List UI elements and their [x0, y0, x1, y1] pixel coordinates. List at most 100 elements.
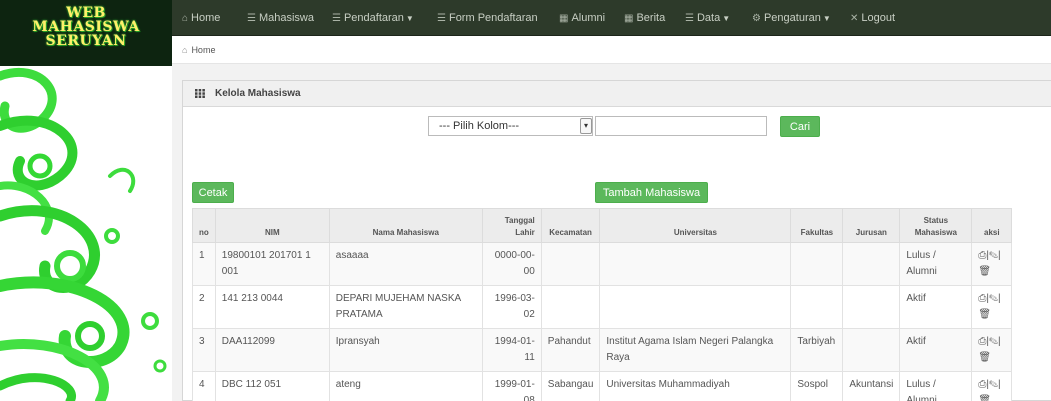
table-row: 2 141 213 0044 DEPARI MUJEHAM NASKA PRAT…: [192, 285, 1013, 329]
header-jurusan[interactable]: Jurusan: [842, 208, 901, 243]
print-button[interactable]: Cetak: [192, 182, 234, 203]
cell-nim: 19800101 201701 1 001: [214, 242, 330, 286]
cell-jurusan: [842, 328, 901, 372]
cell-nama: DEPARI MUJEHAM NASKA PRATAMA: [328, 285, 483, 329]
cell-kecamatan: Pahandut: [540, 328, 601, 372]
header-no[interactable]: no: [192, 208, 216, 243]
nav-form-pendaftaran[interactable]: ☰ Form Pendaftaran: [437, 0, 538, 36]
table-row: 4 DBC 112 051 ateng 1999-01-08 Sabangau …: [192, 371, 1013, 401]
list-icon: ☰: [332, 13, 341, 24]
cell-kecamatan: [540, 285, 601, 329]
cell-aksi: ⎙|✎| 🗑: [971, 328, 1013, 372]
edit-icon[interactable]: ✎: [989, 293, 998, 304]
cell-jurusan: Akuntansi: [842, 371, 901, 401]
top-navbar: ⌂ Home ☰ Mahasiswa ☰ Pendaftaran ▼ ☰ Form Pen…: [172, 0, 1051, 36]
cell-no: 3: [192, 328, 216, 372]
logo-line-3: SERUYAN: [45, 33, 127, 49]
cell-status: Aktif: [899, 328, 973, 372]
cell-nama: ateng: [328, 371, 483, 401]
header-aksi: aksi: [971, 208, 1013, 243]
trash-icon[interactable]: 🗑: [978, 266, 991, 277]
home-icon: ⌂: [182, 45, 188, 55]
nav-pengaturan[interactable]: ⚙ Pengaturan ▼: [752, 0, 831, 36]
nav-data[interactable]: ☰ Data ▼: [685, 0, 730, 36]
header-status[interactable]: Status Mahasiswa: [899, 208, 973, 243]
cell-fakultas: [790, 285, 844, 329]
gear-icon: ⚙: [752, 13, 761, 24]
edit-icon[interactable]: ✎: [989, 250, 998, 261]
cell-status: Lulus / Alumni: [899, 371, 973, 401]
cell-universitas: [599, 285, 792, 329]
decorative-swirls-image: [0, 67, 167, 401]
cell-status: Lulus / Alumni: [899, 242, 973, 286]
cell-jurusan: [842, 242, 901, 286]
header-kecamatan[interactable]: Kecamatan: [540, 208, 601, 243]
list-icon: ☰: [247, 13, 256, 24]
cell-fakultas: [790, 242, 844, 286]
cell-tanggal-lahir: 1994-01-11: [481, 328, 542, 372]
cell-tanggal-lahir: 1996-03-02: [481, 285, 542, 329]
table-row: 1 19800101 201701 1 001 asaaaa 0000-00-0…: [192, 242, 1013, 286]
nav-logout[interactable]: ✕ Logout: [850, 0, 895, 36]
cell-no: 2: [192, 285, 216, 329]
column-select-value: --- Pilih Kolom---: [439, 120, 520, 132]
cell-no: 4: [192, 371, 216, 401]
site-logo[interactable]: WEB MAHASISWA SERUYAN: [0, 0, 172, 66]
cell-jurusan: [842, 285, 901, 329]
main-content: Kelola Mahasiswa --- Pilih Kolom--- ▾ Ca…: [172, 64, 1051, 401]
kelola-mahasiswa-panel: Kelola Mahasiswa --- Pilih Kolom--- ▾ Ca…: [182, 80, 1051, 401]
trash-icon[interactable]: 🗑: [978, 395, 991, 401]
cell-nama: Ipransyah: [328, 328, 483, 372]
table-header-row: no NIM Nama Mahasiswa Tanggal Lahir Kecam…: [192, 208, 1013, 243]
header-universitas[interactable]: Universitas: [599, 208, 792, 243]
cell-no: 1: [192, 242, 216, 286]
caret-down-icon: ▼: [722, 14, 731, 23]
cell-status: Aktif: [899, 285, 973, 329]
header-fakultas[interactable]: Fakultas: [790, 208, 844, 243]
header-tanggal-lahir[interactable]: Tanggal Lahir: [481, 208, 542, 243]
caret-down-icon: ▼: [822, 14, 831, 23]
search-input[interactable]: [595, 116, 767, 136]
logo-line-2: MAHASISWA: [32, 19, 140, 35]
chevron-down-icon[interactable]: ▾: [580, 118, 592, 134]
edit-icon[interactable]: ✎: [989, 379, 998, 390]
nav-berita[interactable]: ▦ Berita: [624, 0, 665, 36]
cell-universitas: Institut Agama Islam Negeri Palangka Ray…: [599, 328, 792, 372]
search-button[interactable]: Cari: [780, 116, 820, 137]
nav-mahasiswa[interactable]: ☰ Mahasiswa: [247, 0, 314, 36]
column-select[interactable]: --- Pilih Kolom--- ▾: [428, 116, 593, 136]
header-nama[interactable]: Nama Mahasiswa: [328, 208, 483, 243]
add-student-button[interactable]: Tambah Mahasiswa: [595, 182, 708, 203]
cell-nama: asaaaa: [328, 242, 483, 286]
header-nim[interactable]: NIM: [214, 208, 330, 243]
breadcrumb-home[interactable]: ⌂ Home: [182, 36, 215, 64]
cell-kecamatan: [540, 242, 601, 286]
trash-icon[interactable]: 🗑: [978, 309, 991, 320]
students-table: no NIM Nama Mahasiswa Tanggal Lahir Kecam…: [192, 208, 1013, 401]
cell-aksi: ⎙|✎| 🗑: [971, 242, 1013, 286]
nav-alumni[interactable]: ▦ Alumni: [559, 0, 605, 36]
cell-fakultas: Sospol: [790, 371, 844, 401]
cell-universitas: Universitas Muhammadiyah: [599, 371, 792, 401]
caret-down-icon: ▼: [405, 14, 414, 23]
cell-nim: DAA112099: [214, 328, 330, 372]
cell-aksi: ⎙|✎| 🗑: [971, 371, 1013, 401]
nav-pendaftaran[interactable]: ☰ Pendaftaran ▼: [332, 0, 414, 36]
grid-icon: ▦: [624, 13, 634, 24]
home-icon: ⌂: [182, 13, 189, 24]
cell-fakultas: Tarbiyah: [790, 328, 844, 372]
cell-kecamatan: Sabangau: [540, 371, 601, 401]
panel-header: Kelola Mahasiswa: [183, 81, 1051, 107]
grid-icon: [195, 89, 205, 98]
edit-icon[interactable]: ✎: [989, 336, 998, 347]
cell-tanggal-lahir: 1999-01-08: [481, 371, 542, 401]
table-row: 3 DAA112099 Ipransyah 1994-01-11 Pahandu…: [192, 328, 1013, 372]
logo-line-1: WEB: [66, 5, 106, 21]
panel-title: Kelola Mahasiswa: [215, 88, 301, 99]
list-icon: ☰: [685, 13, 694, 24]
cell-nim: 141 213 0044: [214, 285, 330, 329]
sidebar: WEB MAHASISWA SERUYAN: [0, 0, 172, 401]
nav-home[interactable]: ⌂ Home: [182, 0, 220, 36]
cell-tanggal-lahir: 0000-00-00: [481, 242, 542, 286]
trash-icon[interactable]: 🗑: [978, 352, 991, 363]
